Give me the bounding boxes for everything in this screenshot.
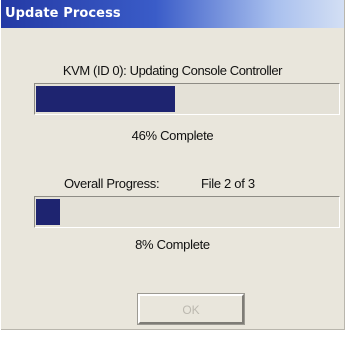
task-progress-bar	[34, 83, 340, 115]
overall-progress-fill	[36, 199, 60, 225]
ok-button[interactable]: OK	[137, 293, 245, 325]
overall-progress-bar	[34, 196, 340, 228]
task-percent-complete: 46% Complete	[131, 128, 214, 143]
task-progress-fill	[36, 86, 175, 112]
update-process-dialog: Update Process KVM (ID 0): Updating Cons…	[1, 0, 345, 330]
overall-progress-label: Overall Progress:	[64, 176, 160, 191]
current-task-label: KVM (ID 0): Updating Console Controller	[62, 63, 283, 78]
overall-percent-complete: 8% Complete	[135, 237, 210, 252]
window-title: Update Process	[5, 6, 121, 21]
file-count-label: File 2 of 3	[201, 176, 255, 191]
title-bar[interactable]: Update Process	[1, 0, 344, 28]
